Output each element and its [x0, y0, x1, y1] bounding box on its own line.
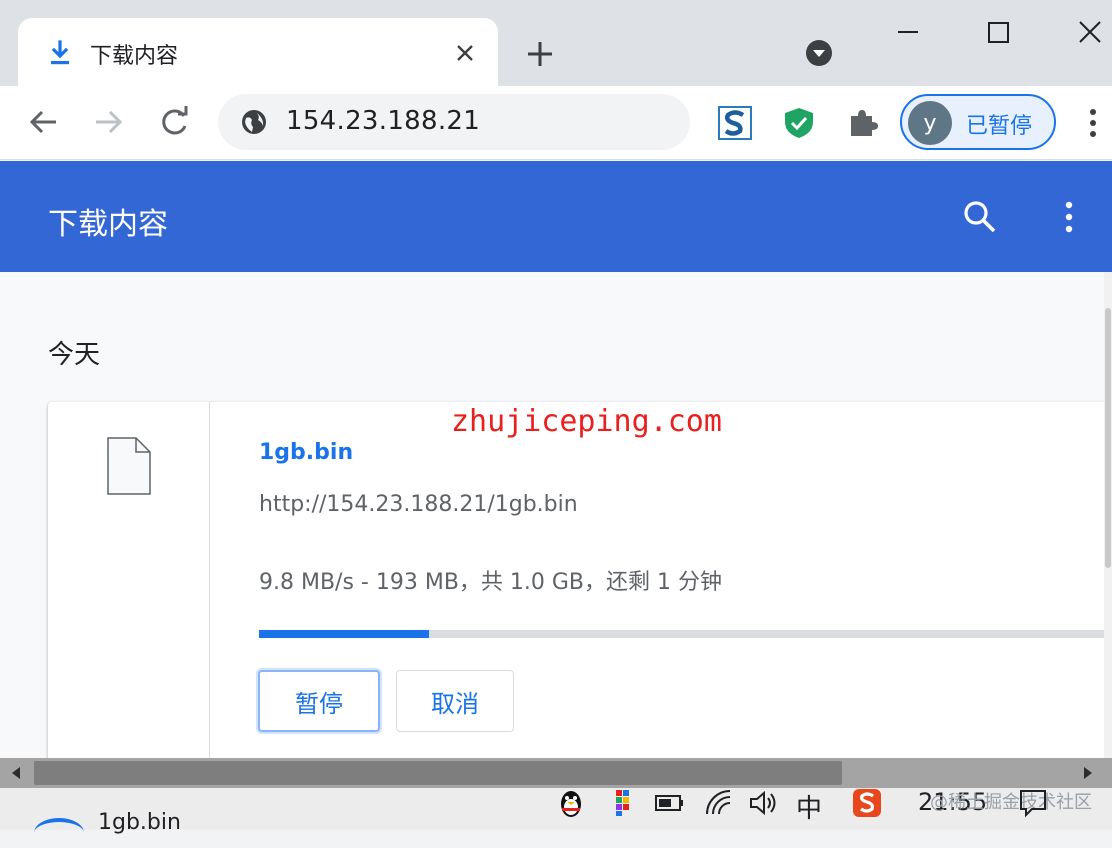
notification-icon[interactable]	[1018, 788, 1048, 818]
more-options-icon[interactable]	[1058, 199, 1080, 235]
avatar: y	[908, 101, 952, 145]
close-icon	[457, 45, 473, 61]
profile-status-label: 已暂停	[966, 114, 1033, 139]
scroll-right-arrow-icon[interactable]	[1080, 765, 1096, 781]
taskbar-download-name[interactable]: 1gb.bin	[98, 810, 181, 835]
downloads-list: 今天 zhujiceping.com 1gb.bin http://154.23…	[0, 272, 1112, 762]
colorful-app-icon[interactable]	[610, 788, 640, 818]
pause-button[interactable]: 暂停	[258, 670, 380, 732]
tab-strip: 下载内容	[0, 0, 1112, 86]
forward-arrow-icon[interactable]	[90, 104, 126, 140]
download-item-card: zhujiceping.com 1gb.bin http://154.23.18…	[48, 402, 1112, 762]
page-title: 下载内容	[48, 207, 168, 242]
window-close-icon[interactable]	[1070, 14, 1110, 54]
extension-s-icon[interactable]	[718, 106, 752, 140]
tab-title: 下载内容	[90, 44, 179, 69]
browser-toolbar: 154.23.188.21 y 已暂停	[0, 86, 1112, 160]
tab-downloads[interactable]: 下载内容	[18, 18, 498, 86]
vertical-scrollbar-thumb[interactable]	[1105, 308, 1111, 568]
watermark-juejin: @稀土掘金技术社区	[930, 792, 1092, 813]
horizontal-scrollbar[interactable]	[0, 758, 1112, 788]
profile-button[interactable]: y 已暂停	[900, 94, 1056, 150]
download-icon	[51, 40, 69, 65]
file-icon-column	[48, 402, 210, 762]
qq-penguin-icon[interactable]	[556, 788, 586, 818]
tab-close-button[interactable]	[450, 38, 480, 68]
browser-menu-icon[interactable]	[1082, 106, 1104, 140]
file-source-url[interactable]: http://154.23.188.21/1gb.bin	[259, 492, 578, 517]
back-arrow-icon[interactable]	[26, 104, 62, 140]
battery-icon[interactable]	[654, 788, 684, 818]
date-heading: 今天	[48, 340, 101, 370]
scroll-left-arrow-icon[interactable]	[8, 765, 24, 781]
download-progress-fill	[259, 630, 429, 638]
globe-icon[interactable]	[240, 108, 268, 136]
download-status: 9.8 MB/s - 193 MB，共 1.0 GB，还剩 1 分钟	[259, 570, 723, 595]
minimize-icon[interactable]	[888, 14, 928, 54]
new-tab-plus-icon[interactable]	[522, 36, 558, 72]
sogou-input-icon[interactable]	[852, 788, 882, 818]
download-progress-bar	[259, 630, 1109, 638]
horizontal-scrollbar-thumb[interactable]	[34, 761, 842, 785]
watermark-site: zhujiceping.com	[451, 404, 722, 439]
downloads-header: 下载内容	[0, 161, 1112, 272]
vertical-scrollbar[interactable]	[1104, 272, 1112, 758]
address-text: 154.23.188.21	[286, 106, 481, 136]
ime-indicator[interactable]: 中	[796, 788, 822, 825]
file-icon	[107, 437, 151, 495]
file-name-link[interactable]: 1gb.bin	[259, 440, 353, 465]
tab-search-chevron-icon[interactable]	[804, 38, 834, 68]
volume-icon[interactable]	[748, 788, 778, 818]
address-bar[interactable]: 154.23.188.21	[218, 94, 690, 150]
extensions-puzzle-icon[interactable]	[846, 106, 880, 140]
search-icon[interactable]	[962, 199, 998, 235]
reload-icon[interactable]	[156, 104, 192, 140]
cancel-button[interactable]: 取消	[396, 670, 514, 732]
download-spinner-icon	[34, 818, 84, 848]
shield-check-icon[interactable]	[782, 106, 816, 140]
taskbar: 1gb.bin 中 21:55 @稀土掘金技术社区	[0, 788, 1112, 835]
maximize-icon[interactable]	[978, 14, 1018, 54]
wifi-icon[interactable]	[704, 788, 734, 818]
